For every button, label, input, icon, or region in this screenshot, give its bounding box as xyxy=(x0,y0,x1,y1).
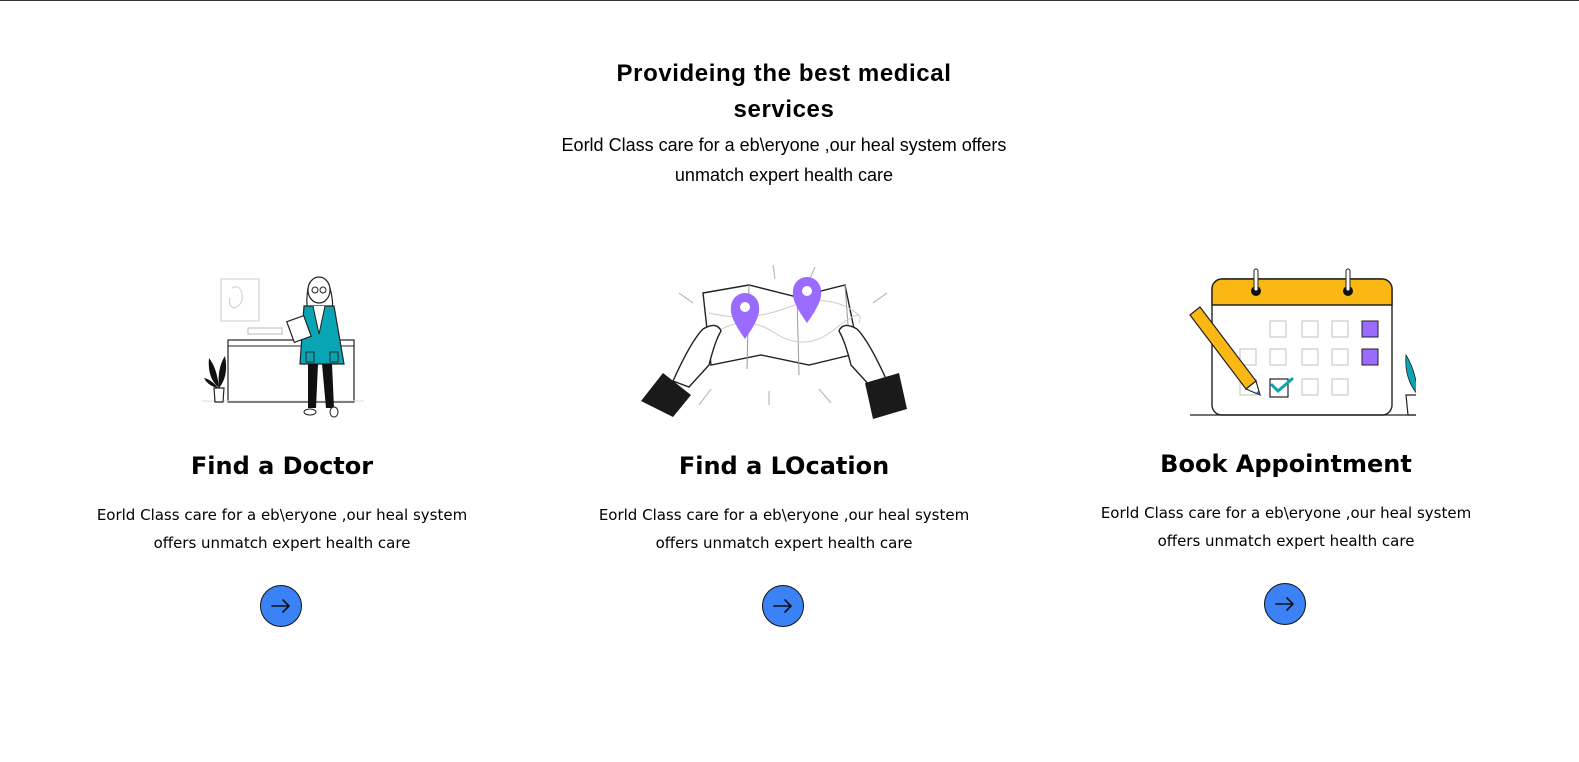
service-card-find-doctor: Find a Doctor Eorld Class care for a eb\… xyxy=(52,263,512,643)
arrow-right-icon xyxy=(271,599,290,613)
card-description: Eorld Class care for a eb\eryone ,our he… xyxy=(1100,504,1472,550)
arrow-right-icon xyxy=(773,599,792,613)
card-title: Find a Doctor xyxy=(190,452,374,480)
service-card-book-appointment: Book Appointment Eorld Class care for a … xyxy=(1056,263,1516,643)
map-illustration-icon xyxy=(641,264,907,419)
card-title: Find a LOcation xyxy=(678,452,890,480)
find-location-button[interactable] xyxy=(762,585,804,627)
page-title: Provideing the best medical services xyxy=(616,60,952,123)
card-title: Book Appointment xyxy=(1160,450,1412,478)
book-appointment-button[interactable] xyxy=(1264,583,1306,625)
card-description: Eorld Class care for a eb\eryone ,our he… xyxy=(96,506,468,552)
card-description: Eorld Class care for a eb\eryone ,our he… xyxy=(598,506,970,552)
find-doctor-button[interactable] xyxy=(260,585,302,627)
calendar-illustration-icon xyxy=(1189,268,1416,416)
doctor-illustration-icon xyxy=(202,276,364,418)
page-subtitle: Eorld Class care for a eb\eryone ,our he… xyxy=(561,135,1007,185)
arrow-right-icon xyxy=(1275,597,1294,611)
hero-section: Provideing the best medical services Eor… xyxy=(0,56,1568,190)
service-card-find-location: Find a LOcation Eorld Class care for a e… xyxy=(554,263,1014,643)
